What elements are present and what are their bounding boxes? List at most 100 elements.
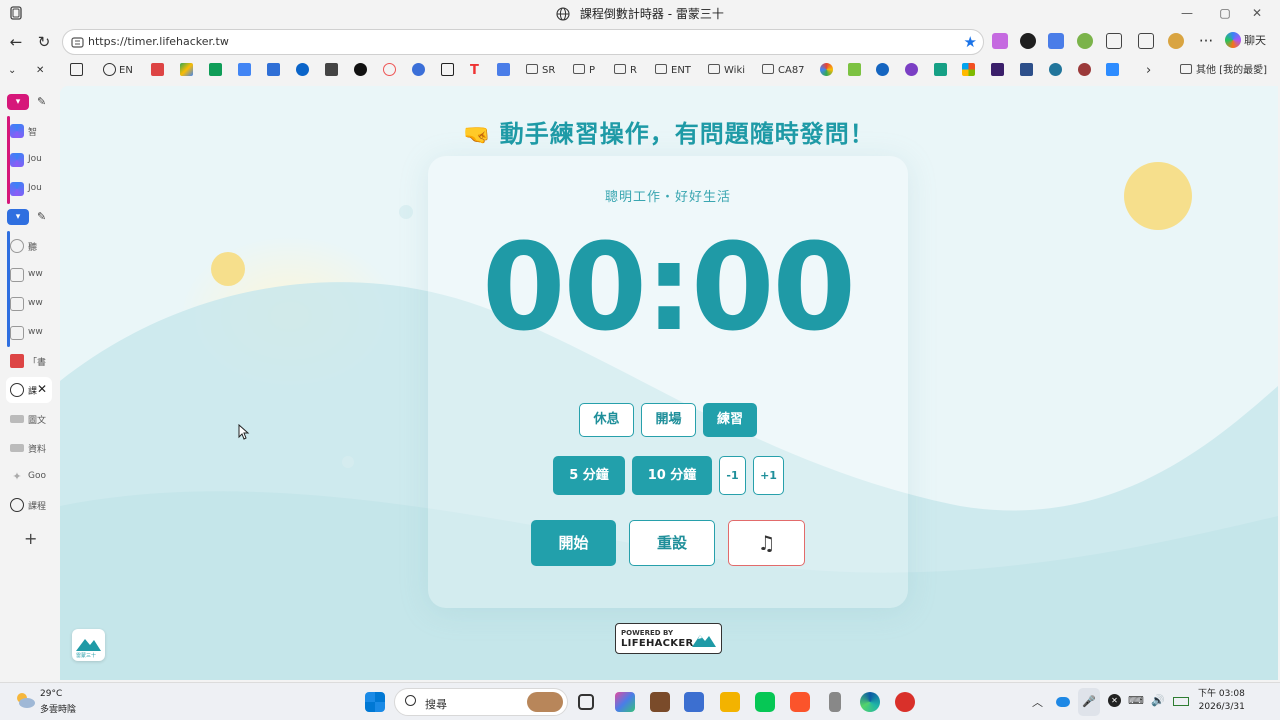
plus-one-button[interactable]: +1 <box>753 456 784 495</box>
bookmark-icon[interactable] <box>876 63 889 76</box>
wordpress-icon[interactable] <box>1049 63 1062 76</box>
bookmark-icon[interactable] <box>151 63 164 76</box>
reset-button[interactable]: 重設 <box>629 520 715 566</box>
tab-group-blue-header[interactable]: ▾ <box>7 209 29 225</box>
brave-browser-icon[interactable] <box>790 692 810 712</box>
microphone-icon[interactable]: 🎤 <box>1078 688 1100 716</box>
minus-one-button[interactable]: -1 <box>719 456 746 495</box>
bookmark-icon[interactable] <box>934 63 947 76</box>
mode-practice-button[interactable]: 練習 <box>703 403 757 437</box>
microsoft-icon[interactable] <box>962 63 975 76</box>
close-button[interactable]: ✕ <box>1234 0 1280 26</box>
bookmark-icon[interactable] <box>383 63 396 76</box>
tab-list-chevron-icon[interactable]: ⌄ <box>8 62 16 80</box>
sidebar-tab[interactable]: ww <box>6 320 52 346</box>
bookmark-icon[interactable] <box>1078 63 1091 76</box>
google-drive-icon[interactable] <box>180 63 193 76</box>
extension-icon[interactable] <box>1077 33 1093 49</box>
bookmark-en[interactable]: EN <box>103 62 133 80</box>
bookmark-folder-ca87[interactable]: CA87 <box>762 62 805 80</box>
more-bookmarks-chevron-icon[interactable]: › <box>1146 62 1151 80</box>
sidebar-tab[interactable]: Jou <box>6 176 52 202</box>
tray-app-icon[interactable]: ✕ <box>1108 694 1121 707</box>
sidebar-tab[interactable]: 聽 <box>6 233 52 259</box>
extensions-puzzle-icon[interactable] <box>1106 33 1122 49</box>
site-logo[interactable]: 雷蒙三十 <box>72 629 105 661</box>
google-sheets-icon[interactable] <box>209 63 222 76</box>
translate-icon[interactable] <box>497 63 510 76</box>
mode-opening-button[interactable]: 開場 <box>641 403 696 437</box>
extension-icon[interactable] <box>992 33 1008 49</box>
more-menu-icon[interactable]: ··· <box>1196 31 1216 51</box>
bookmark-folder-p[interactable]: P <box>573 62 595 80</box>
sidebar-tab[interactable]: 「書 <box>6 348 52 374</box>
taskbar-clock[interactable]: 下午 03:08 2026/3/31 <box>1198 688 1245 714</box>
task-view-icon[interactable] <box>578 694 594 710</box>
edit-group-icon[interactable]: ✎ <box>37 210 46 223</box>
volume-icon[interactable]: 🔊 <box>1151 694 1165 707</box>
bookmark-folder-r[interactable]: R <box>614 62 637 80</box>
bookmark-icon[interactable] <box>991 63 1004 76</box>
tray-overflow-chevron-icon[interactable]: ︿ <box>1032 694 1043 710</box>
sidebar-tab[interactable]: 資料 <box>6 435 52 461</box>
windows-start-icon[interactable] <box>365 692 385 712</box>
close-tab-icon[interactable]: ✕ <box>37 382 47 396</box>
url-text[interactable]: https://timer.lifehacker.tw <box>88 35 229 48</box>
bookmark-folder-ent[interactable]: ENT <box>655 62 691 80</box>
taskbar-search[interactable]: 搜尋 <box>394 688 568 716</box>
sidebar-tab[interactable]: ww <box>6 262 52 288</box>
bookmark-icon[interactable] <box>70 63 83 76</box>
preset-5min-button[interactable]: 5 分鐘 <box>553 456 625 495</box>
site-info-icon[interactable] <box>71 36 84 49</box>
new-tab-button[interactable]: + <box>6 526 52 552</box>
file-explorer-icon[interactable] <box>720 692 740 712</box>
music-button[interactable]: ♫ <box>728 520 805 566</box>
sidebar-tab[interactable]: 課程 <box>6 492 52 518</box>
sidebar-tab[interactable]: Jou <box>6 147 52 173</box>
google-icon[interactable] <box>820 63 833 76</box>
profile-avatar[interactable] <box>1168 33 1184 49</box>
taskbar-app-icon[interactable] <box>829 692 841 712</box>
google-calendar-icon[interactable] <box>238 63 251 76</box>
refresh-icon[interactable]: ↻ <box>34 32 54 52</box>
bookmark-icon[interactable] <box>905 63 918 76</box>
bookmark-icon[interactable] <box>267 63 280 76</box>
bookmark-icon[interactable] <box>325 63 338 76</box>
back-icon[interactable]: ← <box>6 32 26 52</box>
tab-actions-icon[interactable]: ✕ <box>36 62 44 80</box>
sidebar-tab[interactable]: 圖文 <box>6 406 52 432</box>
bookmark-icon[interactable] <box>1020 63 1033 76</box>
bookmark-icon[interactable] <box>412 63 425 76</box>
start-button[interactable]: 開始 <box>531 520 616 566</box>
tab-group-pink-header[interactable]: ▾ <box>7 94 29 110</box>
taskbar-app-icon[interactable] <box>650 692 670 712</box>
powered-by-badge[interactable]: POWERED BY LIFEHACKER <box>615 623 722 654</box>
sidebar-tab[interactable]: ww <box>6 291 52 317</box>
sidebar-tab[interactable]: 智 <box>6 118 52 144</box>
copilot-app-icon[interactable] <box>615 692 635 712</box>
camera-icon[interactable] <box>441 63 454 76</box>
edge-browser-icon[interactable] <box>860 692 880 712</box>
bookmark-t-icon[interactable]: T <box>470 62 479 80</box>
translate-extension-icon[interactable] <box>1048 33 1064 49</box>
copilot-button[interactable]: 聊天 <box>1225 32 1266 52</box>
extension-icon[interactable] <box>1020 33 1036 49</box>
address-bar[interactable]: https://timer.lifehacker.tw ★ <box>62 29 984 55</box>
bookmark-folder-sr[interactable]: SR <box>526 62 555 80</box>
line-app-icon[interactable] <box>755 692 775 712</box>
notion-icon[interactable] <box>354 63 367 76</box>
other-favorites-folder[interactable]: 其他 [我的最愛] <box>1180 62 1267 80</box>
zoom-icon[interactable] <box>1106 63 1119 76</box>
favorite-star-icon[interactable]: ★ <box>964 33 977 51</box>
language-icon[interactable]: ⌨ <box>1128 694 1144 707</box>
mode-rest-button[interactable]: 休息 <box>579 403 634 437</box>
bookmark-folder-wiki[interactable]: Wiki <box>708 62 745 80</box>
sidebar-tab-active[interactable]: 課 ✕ <box>6 377 52 403</box>
battery-icon[interactable] <box>1173 697 1189 706</box>
preset-10min-button[interactable]: 10 分鐘 <box>632 456 712 495</box>
favorites-icon[interactable] <box>1138 33 1154 49</box>
onedrive-icon[interactable] <box>1056 697 1070 707</box>
outlook-icon[interactable] <box>296 63 309 76</box>
sidebar-tab[interactable]: ✦ Goo <box>6 464 52 490</box>
bookmark-icon[interactable] <box>848 63 861 76</box>
